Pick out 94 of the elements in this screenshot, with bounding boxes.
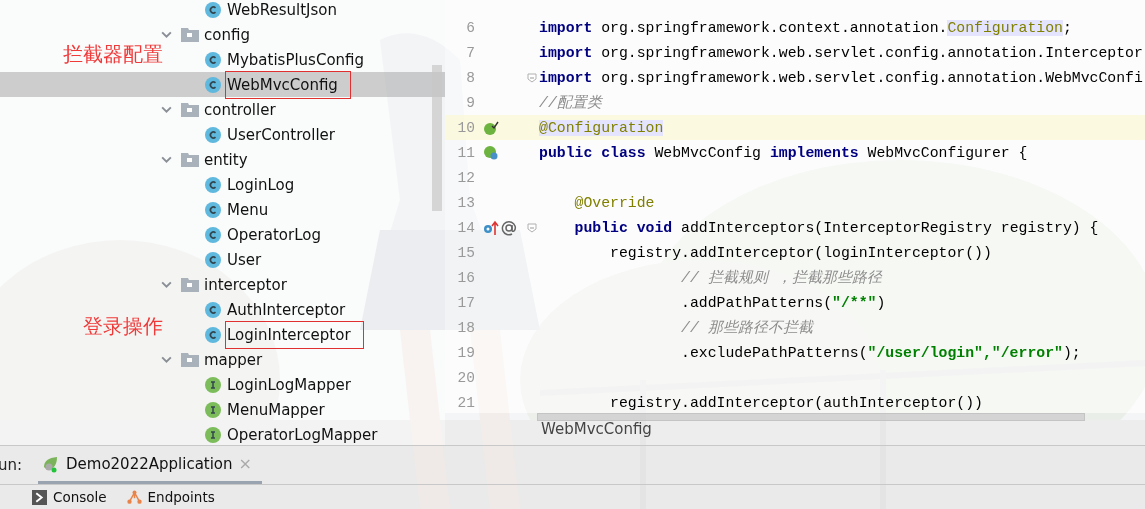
code-text: registry.addInterceptor(loginInterceptor())	[609, 244, 992, 261]
line-number: 17	[456, 294, 475, 311]
tree-item[interactable]: LoginLogMapper	[226, 373, 352, 396]
line-number: 16	[456, 269, 475, 286]
code-text: )	[876, 294, 886, 311]
interface-icon	[205, 401, 221, 418]
line-number: 11	[456, 144, 475, 161]
line-number: 15	[456, 244, 475, 261]
code-text: registry.addInterceptor(authInterceptor())	[609, 394, 983, 411]
tool-tab[interactable]: Console	[32, 489, 107, 505]
code-keyword: public class	[539, 144, 646, 161]
tree-item[interactable]: LoginLog	[226, 173, 296, 196]
line-number: 8	[465, 69, 475, 86]
tree-item[interactable]: AuthInterceptor	[226, 298, 347, 321]
line-number: 19	[456, 344, 475, 361]
bean-icon[interactable]	[483, 119, 499, 136]
code-text: addInterceptors(InterceptorRegistry registry) {	[680, 219, 1099, 236]
annotation-text: 登录操作	[83, 314, 163, 338]
code-comment: // 那些路径不拦截	[680, 320, 813, 336]
folder-icon	[181, 152, 199, 167]
line-number: 9	[465, 94, 475, 111]
class-icon	[205, 1, 221, 18]
tree-item[interactable]: config	[203, 23, 251, 46]
interface-icon	[205, 376, 221, 393]
code-annotation: @Configuration	[539, 119, 664, 136]
code-keyword: import	[539, 44, 593, 61]
class-icon	[205, 301, 221, 318]
run-tab[interactable]: Demo2022Application ×	[38, 446, 262, 484]
code-text: WebMvcConfig	[653, 144, 762, 161]
code-keyword: public void	[573, 219, 673, 236]
code-text: org.springframework.web.servlet.config.annotation.Interceptor	[600, 44, 1143, 61]
code-annotation: Configuration	[947, 19, 1063, 36]
run-label: un:	[0, 456, 24, 474]
line-number: 20	[456, 369, 475, 386]
code-keyword: import	[539, 19, 593, 36]
interface-icon	[205, 426, 221, 443]
class-icon	[205, 51, 221, 68]
scrollbar[interactable]	[537, 413, 1085, 421]
breadcrumb[interactable]: WebMvcConfig	[541, 420, 652, 438]
line-number: 12	[456, 169, 475, 186]
class-icon	[205, 201, 221, 218]
code-string: "/user/login","/error"	[867, 344, 1063, 361]
line-number: 6	[465, 19, 475, 36]
code-text: .addPathPatterns(	[680, 294, 833, 311]
scrollbar[interactable]	[432, 65, 442, 211]
tree-item[interactable]: User	[226, 248, 263, 271]
tree-item[interactable]: UserController	[226, 123, 336, 146]
line-number: 10	[456, 119, 475, 136]
folder-icon	[181, 27, 199, 42]
class-icon	[205, 326, 221, 343]
tree-item[interactable]: controller	[203, 98, 277, 121]
code-text: org.springframework.context.annotation.	[600, 19, 948, 36]
override-icon[interactable]	[483, 219, 499, 236]
tree-item[interactable]: MenuMapper	[226, 398, 326, 421]
line-number: 21	[456, 394, 475, 411]
folder-icon	[181, 102, 199, 117]
code-text: org.springframework.web.servlet.config.annotation.WebMvcConfi	[600, 69, 1143, 86]
code-comment: // 拦截规则 ，拦截那些路径	[680, 270, 882, 286]
line-number: 14	[456, 219, 475, 236]
line-number: 7	[465, 44, 475, 61]
tree-item[interactable]: WebResultJson	[226, 0, 338, 21]
at-icon[interactable]	[501, 219, 517, 236]
tool-tab[interactable]: Endpoints	[126, 489, 215, 505]
tree-item[interactable]: MybatisPlusConfig	[226, 48, 366, 71]
tree-item[interactable]: OperatorLog	[226, 223, 322, 246]
code-text: ;	[1062, 19, 1072, 36]
class-icon	[205, 176, 221, 193]
class-icon	[205, 251, 221, 268]
tree-item[interactable]: entity	[203, 148, 249, 171]
class-icon	[205, 76, 221, 93]
folder-icon	[181, 352, 199, 367]
tree-item[interactable]: Menu	[226, 198, 270, 221]
code-text: WebMvcConfigurer {	[866, 144, 1028, 161]
code-annotation: @Override	[573, 194, 655, 211]
endpoints-icon	[126, 489, 142, 505]
code-keyword: import	[539, 69, 593, 86]
tree-item[interactable]: interceptor	[203, 273, 288, 296]
code-comment: //配置类	[539, 95, 602, 111]
code-text: .excludePathPatterns(	[680, 344, 868, 361]
tree-item[interactable]: mapper	[203, 348, 264, 371]
annotation-text: 拦截器配置	[63, 42, 163, 66]
fold-icon[interactable]	[527, 222, 537, 233]
code-string: "/**"	[832, 294, 877, 311]
fold-icon[interactable]	[527, 72, 537, 83]
tree-item[interactable]: OperatorLogMapper	[226, 423, 379, 445]
line-number: 13	[456, 194, 475, 211]
folder-icon	[181, 277, 199, 292]
tree-item[interactable]: LoginInterceptor	[226, 321, 363, 348]
leaf-icon	[42, 454, 60, 473]
line-number: 18	[456, 319, 475, 336]
class-icon	[205, 226, 221, 243]
class-icon	[205, 126, 221, 143]
code-text: );	[1062, 344, 1081, 361]
code-keyword: implements	[769, 144, 859, 161]
